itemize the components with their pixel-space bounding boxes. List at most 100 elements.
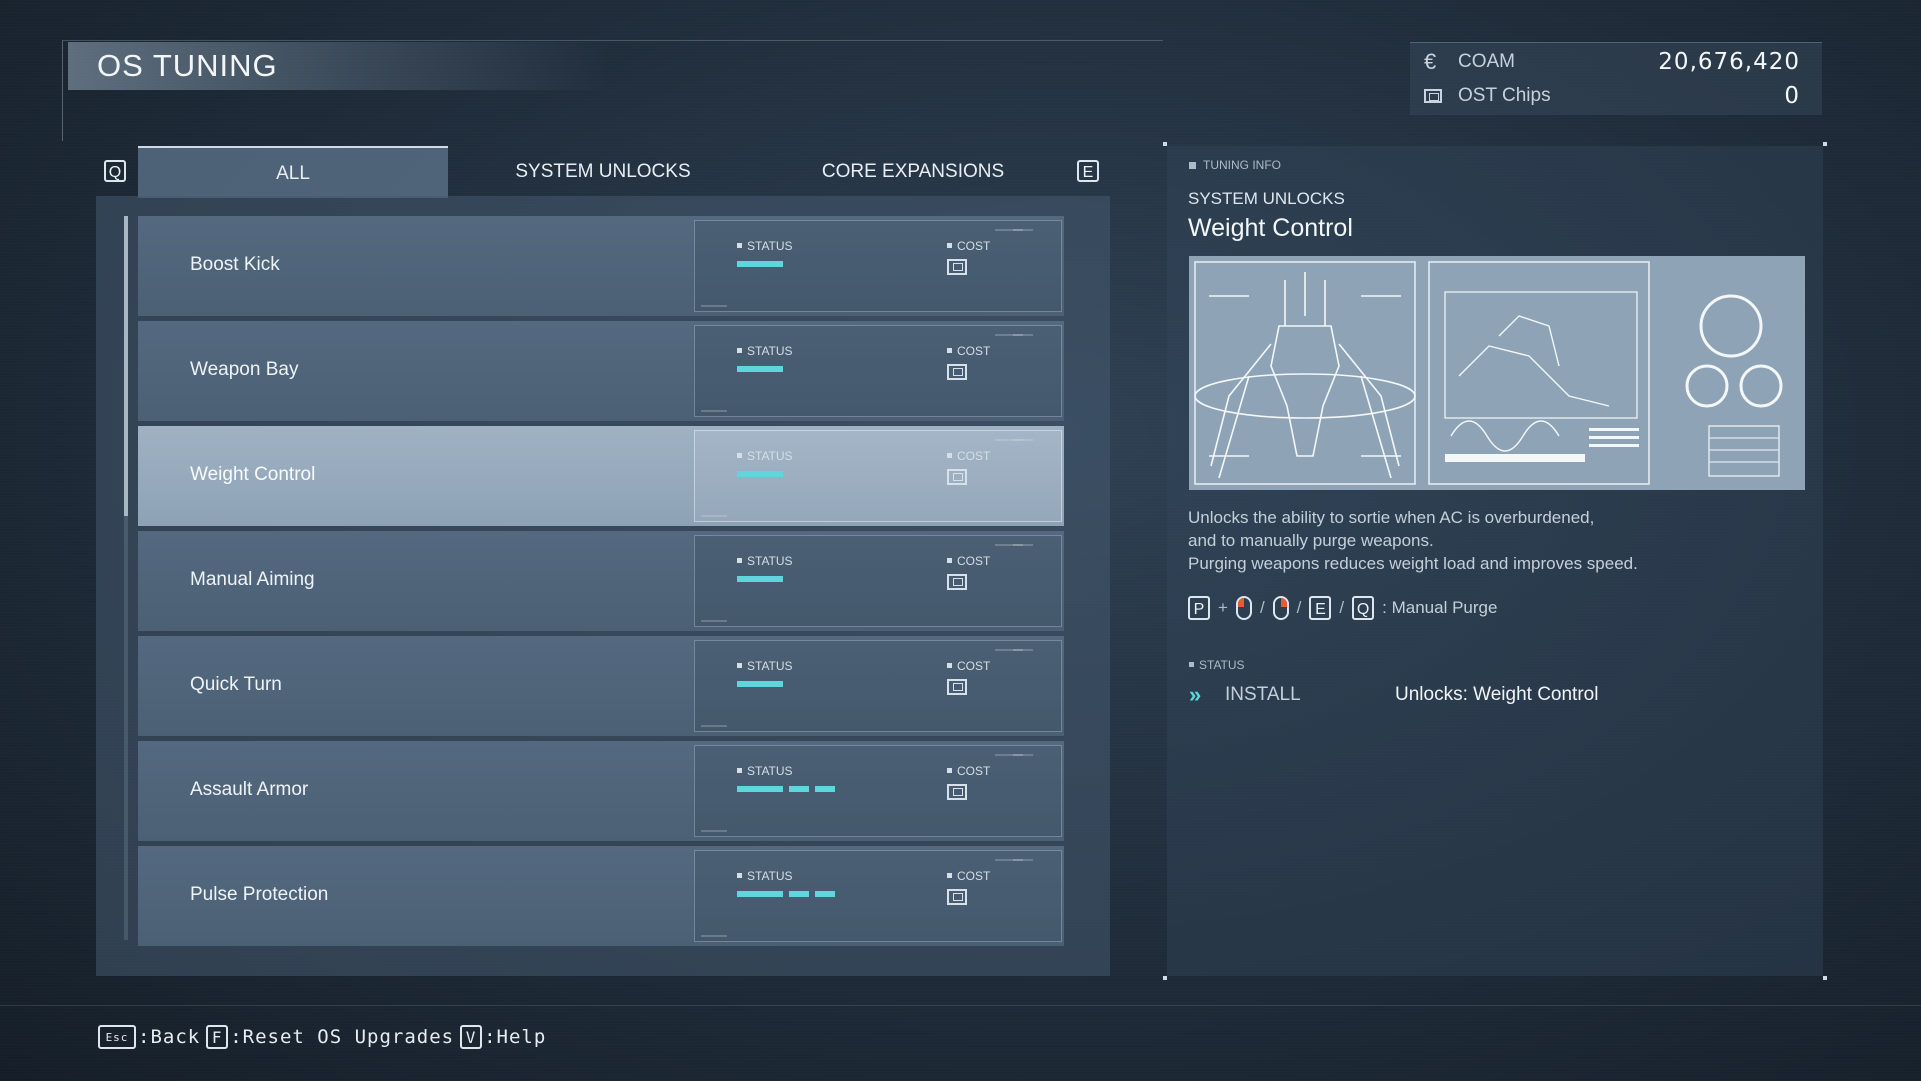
coam-row: € COAM 20,676,420 — [1424, 45, 1800, 79]
cost-label: COST — [947, 554, 990, 568]
tuning-name: Boost Kick — [190, 254, 280, 275]
ost-chip-icon — [947, 784, 967, 800]
panel-corner — [1163, 142, 1167, 146]
tab-all[interactable]: ALL — [138, 146, 448, 198]
status-label: STATUS — [737, 239, 793, 253]
info-title: Weight Control — [1188, 214, 1353, 242]
tuning-row[interactable]: Manual Aiming STATUS COST — [138, 531, 1064, 631]
cost-label: COST — [947, 659, 990, 673]
tuning-row[interactable]: Quick Turn STATUS COST — [138, 636, 1064, 736]
status-level-bar — [737, 786, 783, 792]
tuning-status-box: STATUS COST — [694, 325, 1062, 417]
currency-panel: € COAM 20,676,420 OST Chips 0 — [1410, 42, 1822, 115]
decorative-line — [701, 830, 727, 832]
coam-icon: € — [1424, 49, 1437, 74]
cost-label: COST — [947, 764, 990, 778]
status-label: STATUS — [737, 869, 793, 883]
tuning-name: Weapon Bay — [190, 359, 299, 380]
status-level-bars — [737, 891, 835, 897]
tab-system-unlocks[interactable]: SYSTEM UNLOCKS — [448, 146, 758, 196]
status-level-bars — [737, 576, 783, 582]
tuning-row[interactable]: Weapon Bay STATUS COST — [138, 321, 1064, 421]
coam-label: COAM — [1458, 51, 1515, 72]
ac-schematic-illustration — [1189, 256, 1805, 490]
status-level-bar — [737, 366, 783, 372]
plus-sign: + — [1218, 598, 1228, 617]
ost-chip-icon — [1424, 83, 1450, 109]
page-title: OS TUNING — [97, 48, 278, 83]
back-hint[interactable]: :Back — [138, 1026, 200, 1048]
mouse-left-button-icon — [1235, 596, 1252, 620]
install-row: » INSTALL Unlocks: Weight Control — [1189, 682, 1809, 708]
decorative-line — [1013, 649, 1033, 651]
status-level-bar — [789, 891, 809, 897]
decorative-line — [701, 935, 727, 937]
status-level-bars — [737, 786, 835, 792]
tuning-row[interactable]: Boost Kick STATUS COST — [138, 216, 1064, 316]
esc-key[interactable]: Esc — [98, 1025, 136, 1049]
ost-value: 0 — [1784, 83, 1800, 109]
status-level-bar — [737, 261, 783, 267]
ost-chip-icon — [947, 364, 967, 380]
key-p: P — [1188, 596, 1210, 620]
tuning-row[interactable]: Assault Armor STATUS COST — [138, 741, 1064, 841]
ost-chip-icon — [947, 889, 967, 905]
ost-row: OST Chips 0 — [1424, 79, 1800, 113]
status-level-bar — [737, 681, 783, 687]
tuning-status-box: STATUS COST — [694, 220, 1062, 312]
slash-separator: / — [1259, 598, 1265, 617]
ost-chip-icon — [947, 259, 967, 275]
status-level-bar — [815, 786, 835, 792]
status-level-bars — [737, 681, 783, 687]
decorative-line — [701, 515, 727, 517]
v-key[interactable]: V — [460, 1025, 483, 1049]
control-hint: P + / / E / Q : Manual Purge — [1188, 596, 1497, 620]
decorative-line — [701, 620, 727, 622]
cost-label: COST — [947, 344, 990, 358]
status-label: STATUS — [737, 659, 793, 673]
status-label: STATUS — [737, 344, 793, 358]
cost-label: COST — [947, 449, 990, 463]
key-e: E — [1309, 596, 1332, 620]
tuning-row[interactable]: Pulse Protection STATUS COST — [138, 846, 1064, 946]
schematic-image — [1189, 256, 1805, 490]
tuning-row[interactable]: Weight Control STATUS COST — [138, 426, 1064, 526]
key-q: Q — [1352, 596, 1375, 620]
tab-bar: Q ALL SYSTEM UNLOCKS CORE EXPANSIONS E — [92, 146, 1112, 198]
slash-separator: / — [1339, 598, 1345, 617]
description-line: Purging weapons reduces weight load and … — [1188, 554, 1638, 573]
status-level-bar — [737, 471, 783, 477]
double-chevron-icon: » — [1189, 682, 1201, 707]
tuning-name: Quick Turn — [190, 674, 282, 695]
ost-chip-icon — [947, 679, 967, 695]
tab-core-expansions[interactable]: CORE EXPANSIONS — [758, 146, 1068, 196]
footer-divider — [0, 1005, 1921, 1006]
info-category: SYSTEM UNLOCKS — [1188, 189, 1345, 208]
help-hint[interactable]: :Help — [484, 1026, 546, 1048]
slash-separator: / — [1296, 598, 1302, 617]
tuning-status-box: STATUS COST — [694, 430, 1062, 522]
ost-chip-icon — [947, 574, 967, 590]
tuning-info-tag: TUNING INFO — [1189, 158, 1281, 172]
tuning-name: Weight Control — [190, 464, 316, 485]
cost-label: COST — [947, 869, 990, 883]
status-level-bars — [737, 261, 783, 267]
status-label: STATUS — [737, 449, 793, 463]
tuning-status-box: STATUS COST — [694, 535, 1062, 627]
status-level-bar — [789, 786, 809, 792]
f-key[interactable]: F — [206, 1025, 229, 1049]
tab-prev-key[interactable]: Q — [104, 160, 126, 182]
status-level-bar — [815, 891, 835, 897]
tuning-info-panel: TUNING INFO SYSTEM UNLOCKS Weight Contro… — [1163, 142, 1827, 980]
reset-hint[interactable]: :Reset OS Upgrades — [230, 1026, 454, 1048]
control-action-label: : Manual Purge — [1382, 598, 1498, 617]
description-line: Unlocks the ability to sortie when AC is… — [1188, 508, 1595, 527]
status-level-bar — [737, 576, 783, 582]
tab-next-key[interactable]: E — [1077, 160, 1099, 182]
decorative-line — [1013, 859, 1033, 861]
panel-corner — [1823, 976, 1827, 980]
description-line: and to manually purge weapons. — [1188, 531, 1434, 550]
decorative-line — [1013, 439, 1033, 441]
scrollbar-thumb[interactable] — [124, 216, 128, 516]
tuning-list-panel: Q ALL SYSTEM UNLOCKS CORE EXPANSIONS E B… — [92, 146, 1112, 976]
